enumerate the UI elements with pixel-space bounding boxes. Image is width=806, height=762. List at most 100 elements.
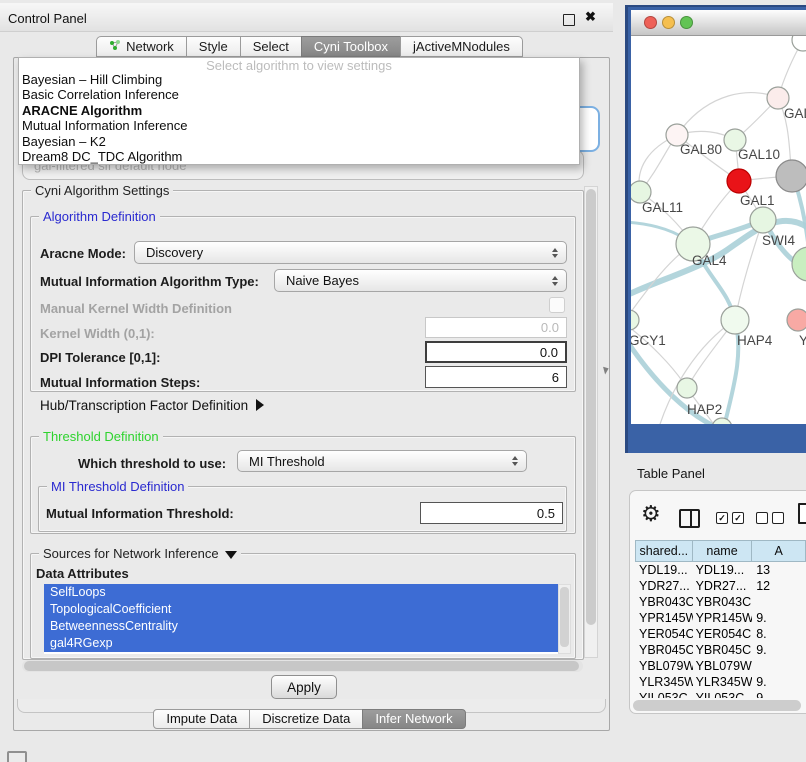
spinner-arrows-icon <box>552 276 558 286</box>
algorithm-option-basic-correlation-inference[interactable]: Basic Correlation Inference <box>19 87 579 102</box>
attribute-item-gal4rgexp[interactable]: gal4RGexp <box>44 635 558 652</box>
table-cell: 9. <box>752 642 806 658</box>
table-row[interactable]: YLR345WYLR345W9. <box>636 674 806 690</box>
which-threshold-value: MI Threshold <box>249 454 325 469</box>
kernel-width-field[interactable]: 0.0 <box>425 317 567 338</box>
node-label-hap4: HAP4 <box>737 333 773 348</box>
tab-cyni-toolbox[interactable]: Cyni Toolbox <box>301 36 401 57</box>
network-edge[interactable] <box>722 320 738 424</box>
table-cell: YBR045C <box>693 642 753 658</box>
tab-jactivemnodules[interactable]: jActiveMNodules <box>400 36 523 57</box>
tab-label: Network <box>126 37 174 56</box>
tab-label: Style <box>199 37 228 56</box>
close-icon[interactable]: ✖ <box>585 9 596 25</box>
table-row[interactable]: YBL079WYBL079W <box>636 658 806 674</box>
table-row[interactable]: YDR27...YDR27...12 <box>636 578 806 594</box>
table-cell: YDL19... <box>693 562 753 578</box>
mi-threshold-field[interactable]: 0.5 <box>420 502 563 524</box>
select-checked-icon[interactable]: ✓ ✓ <box>716 512 744 524</box>
table-cell: 9. <box>752 610 806 626</box>
table-cell: YIL053C <box>693 690 753 698</box>
checked-box-icon: ✓ <box>732 512 744 524</box>
data-attributes-list: SelfLoopsTopologicalCoefficientBetweenne… <box>44 584 558 654</box>
aracne-mode-label: Aracne Mode: <box>40 246 126 261</box>
algorithm-option-bayesian-hill-climbing[interactable]: Bayesian – Hill Climbing <box>19 72 579 87</box>
network-node[interactable] <box>721 306 749 334</box>
settings-vertical-scrollbar-thumb[interactable] <box>586 189 596 625</box>
network-icon <box>109 37 121 56</box>
dock-icon[interactable] <box>7 751 27 762</box>
node-label-hap2: HAP2 <box>687 402 722 417</box>
tab-label: Discretize Data <box>262 710 350 728</box>
table-cell: 8. <box>752 626 806 642</box>
algorithm-option-dream8-dc-tdc-algorithm[interactable]: Dream8 DC_TDC Algorithm <box>19 149 579 164</box>
hub-definition-toggle[interactable]: Hub/Transcription Factor Definition <box>40 398 264 413</box>
table-row[interactable]: YDL19...YDL19...13 <box>636 562 806 578</box>
column-header-shared[interactable]: shared... <box>635 540 693 562</box>
sources-title-text: Sources for Network Inference <box>43 546 219 561</box>
table-cell: YBR043C <box>693 594 753 610</box>
node-label-y: Y <box>799 333 806 348</box>
aracne-mode-combo[interactable]: Discovery <box>134 241 567 264</box>
gear-icon[interactable]: ⚙ <box>641 503 661 525</box>
columns-divider <box>690 511 692 526</box>
network-canvas[interactable]: GALGAL80GAL10GAL1GAL11SWI4GAL4GCY1HAP4YH… <box>631 36 806 424</box>
apply-button[interactable]: Apply <box>271 675 337 699</box>
table-horizontal-scrollbar-thumb[interactable] <box>633 700 801 711</box>
table-body: YDL19...YDL19...13YDR27...YDR27...12YBR0… <box>636 562 806 698</box>
node-label-gal4: GAL4 <box>692 253 727 268</box>
table-row[interactable]: YER054CYER054C8. <box>636 626 806 642</box>
cyni-mode-tab-bar: Impute Data Discretize Data Infer Network <box>0 709 620 729</box>
columns-icon[interactable] <box>679 509 700 528</box>
table-cell: YBR043C <box>636 594 693 610</box>
table-cell <box>752 594 806 610</box>
network-node[interactable] <box>712 418 732 424</box>
tab-network[interactable]: Network <box>96 36 187 57</box>
network-node[interactable] <box>787 309 806 331</box>
algorithm-option-bayesian-k2[interactable]: Bayesian – K2 <box>19 134 579 149</box>
tab-impute-data[interactable]: Impute Data <box>153 709 250 729</box>
float-icon[interactable] <box>563 14 575 26</box>
table-cell: YLR345W <box>693 674 753 690</box>
tab-infer-network[interactable]: Infer Network <box>362 709 465 729</box>
sources-group-title[interactable]: Sources for Network Inference <box>39 546 241 561</box>
close-traffic-light-icon[interactable] <box>644 16 657 29</box>
table-row[interactable]: YBR043CYBR043C <box>636 594 806 610</box>
network-window-titlebar[interactable] <box>631 10 806 36</box>
table-row[interactable]: YBR045CYBR045C9. <box>636 642 806 658</box>
network-node[interactable] <box>677 378 697 398</box>
mi-steps-field[interactable]: 6 <box>425 366 567 388</box>
algorithm-option-mutual-information-inference[interactable]: Mutual Information Inference <box>19 118 579 133</box>
spinner-arrows-icon <box>512 456 518 466</box>
tab-style[interactable]: Style <box>186 36 241 57</box>
column-header-name[interactable]: name <box>692 540 753 562</box>
mi-type-label: Mutual Information Algorithm Type: <box>40 274 259 289</box>
network-node[interactable] <box>750 207 776 233</box>
network-node[interactable] <box>631 310 639 330</box>
table-row[interactable]: YPR145WYPR145W9. <box>636 610 806 626</box>
node-label-gal11: GAL11 <box>642 200 683 215</box>
node-label-gcy1: GCY1 <box>631 333 666 348</box>
tab-discretize-data[interactable]: Discretize Data <box>249 709 363 729</box>
zoom-traffic-light-icon[interactable] <box>680 16 693 29</box>
attributes-scrollbar-thumb[interactable] <box>560 587 569 647</box>
attribute-item-betweennesscentrality[interactable]: BetweennessCentrality <box>44 618 558 635</box>
network-node[interactable] <box>792 36 806 51</box>
attribute-item-topologicalcoefficient[interactable]: TopologicalCoefficient <box>44 601 558 618</box>
mi-type-combo[interactable]: Naive Bayes <box>274 269 567 292</box>
file-icon[interactable] <box>798 503 806 524</box>
attribute-item-selfloops[interactable]: SelfLoops <box>44 584 558 601</box>
tab-select[interactable]: Select <box>240 36 302 57</box>
table-row[interactable]: YIL053CYIL053C9 <box>636 690 806 698</box>
minimize-traffic-light-icon[interactable] <box>662 16 675 29</box>
select-unchecked-icon[interactable] <box>756 512 784 524</box>
settings-horizontal-scrollbar-thumb[interactable] <box>24 661 579 671</box>
network-node[interactable] <box>776 160 806 192</box>
column-header-a[interactable]: A <box>751 540 806 562</box>
network-node[interactable] <box>792 247 806 281</box>
which-threshold-combo[interactable]: MI Threshold <box>237 450 527 472</box>
dpi-tolerance-field[interactable]: 0.0 <box>425 341 567 363</box>
network-node[interactable] <box>727 169 751 193</box>
manual-kernel-checkbox[interactable] <box>549 297 565 313</box>
algorithm-option-aracne-algorithm[interactable]: ARACNE Algorithm <box>19 103 579 118</box>
